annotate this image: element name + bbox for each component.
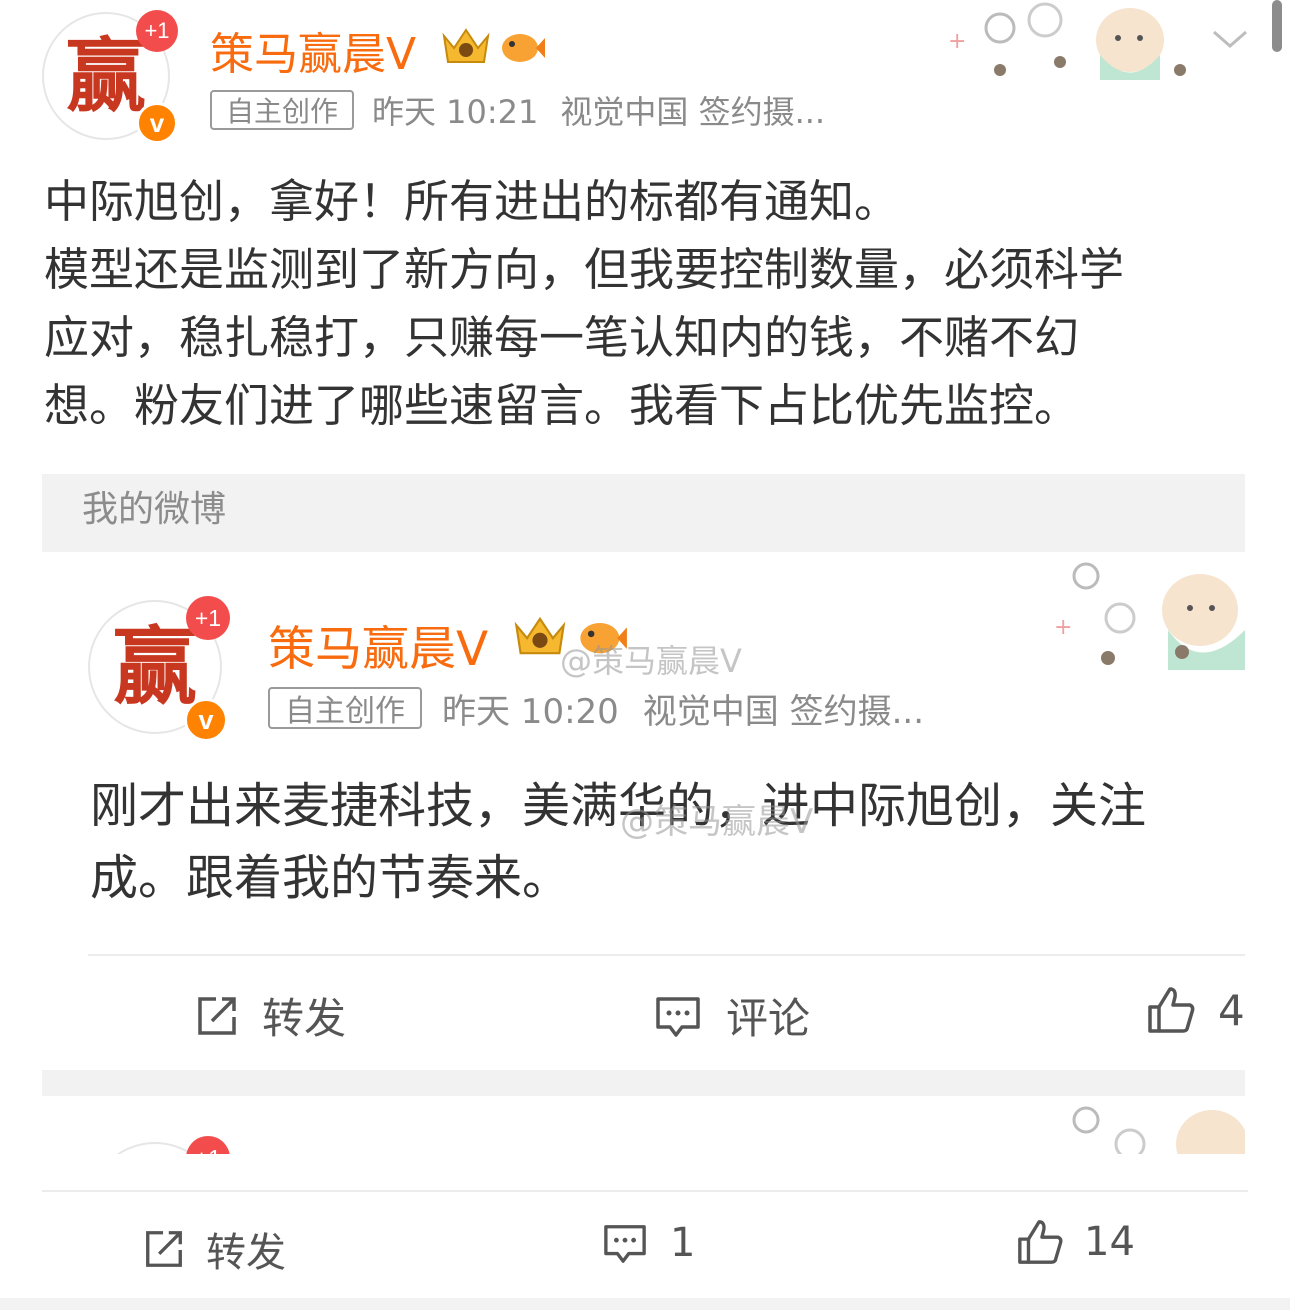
quoted-post-text: 刚才出来麦捷科技，美满华的，进中际旭创，关注 成。跟着我的节奏来。 (90, 778, 1147, 906)
scrollbar[interactable] (1272, 0, 1282, 52)
section-header-title: 我的微博 (82, 489, 227, 530)
comment-button[interactable]: 1 (602, 1220, 695, 1266)
chevron-down-icon[interactable] (1210, 24, 1250, 54)
quoted-repost-button[interactable]: 转发 (194, 985, 346, 1046)
quoted-username-text: 策马赢晨V (268, 622, 489, 677)
quoted-fish-badge-icon (576, 612, 628, 660)
original-tag: 自主创作 (210, 90, 354, 130)
username[interactable]: 策马赢晨V (210, 18, 416, 82)
quoted-username[interactable]: 策马赢晨V (268, 610, 488, 679)
plus-one-badge: +1 (136, 10, 178, 52)
quoted-repost-label: 转发 (262, 994, 347, 1043)
like-button[interactable]: 14 (1016, 1218, 1135, 1266)
avatar[interactable]: 赢 +1 v (42, 10, 178, 144)
like-icon (1146, 985, 1196, 1035)
quoted-post-meta: 自主创作 昨天 10:20 视觉中国 签约摄... (268, 686, 925, 732)
quoted-verified-icon: v (184, 698, 228, 742)
quoted-post-time: 昨天 10:20 (442, 691, 619, 732)
quoted-comment-label: 评论 (726, 994, 811, 1043)
username-text: 策马赢晨V (210, 29, 417, 80)
like-icon (1016, 1218, 1064, 1266)
quoted-decorative-sticker: + (1050, 560, 1245, 680)
next-card-plus-badge: +1 (186, 1136, 230, 1154)
post-source: 视觉中国 签约摄... (560, 93, 826, 131)
crown-badge-icon (440, 24, 492, 68)
comment-count: 1 (670, 1220, 696, 1266)
repost-button[interactable]: 转发 (142, 1220, 286, 1278)
quoted-avatar[interactable]: 赢 +1 v (88, 596, 230, 742)
like-count: 14 (1084, 1219, 1135, 1265)
quoted-post-source: 视觉中国 签约摄... (642, 691, 925, 732)
next-card-preview: +1 (42, 1096, 1245, 1154)
post-text: 中际旭创，拿好！所有进出的标都有通知。 模型还是监测到了新方向，但我要控制数量，… (44, 175, 1125, 432)
quoted-crown-badge-icon (512, 612, 568, 660)
quoted-avatar-char: 赢 (112, 617, 197, 716)
quoted-like-count: 4 (1218, 985, 1245, 1035)
next-card-sticker (1072, 1106, 1245, 1154)
comment-icon (654, 993, 702, 1039)
repost-label: 转发 (206, 1230, 286, 1276)
post-meta: 自主创作 昨天 10:21 视觉中国 签约摄... (210, 88, 825, 132)
fish-badge-icon (498, 24, 546, 68)
repost-icon (194, 993, 240, 1039)
verified-icon: v (136, 102, 178, 144)
svg-text:+: + (1054, 615, 1072, 640)
card-separator (42, 1070, 1245, 1096)
avatar-char: 赢 (66, 29, 146, 123)
post-time: 昨天 10:21 (372, 93, 539, 131)
bottom-band (0, 1298, 1290, 1310)
svg-text:+: + (948, 29, 966, 54)
comment-icon (602, 1221, 648, 1265)
decorative-sticker: + (940, 0, 1200, 90)
quoted-comment-button[interactable]: 评论 (654, 985, 810, 1046)
quoted-original-tag: 自主创作 (268, 687, 422, 729)
quoted-plus-one-badge: +1 (186, 596, 230, 640)
quoted-like-button[interactable]: 4 (1146, 985, 1245, 1035)
bottom-divider (42, 1190, 1248, 1192)
quoted-divider (88, 954, 1245, 956)
section-header: 我的微博 (42, 474, 1245, 552)
repost-icon (142, 1227, 186, 1271)
